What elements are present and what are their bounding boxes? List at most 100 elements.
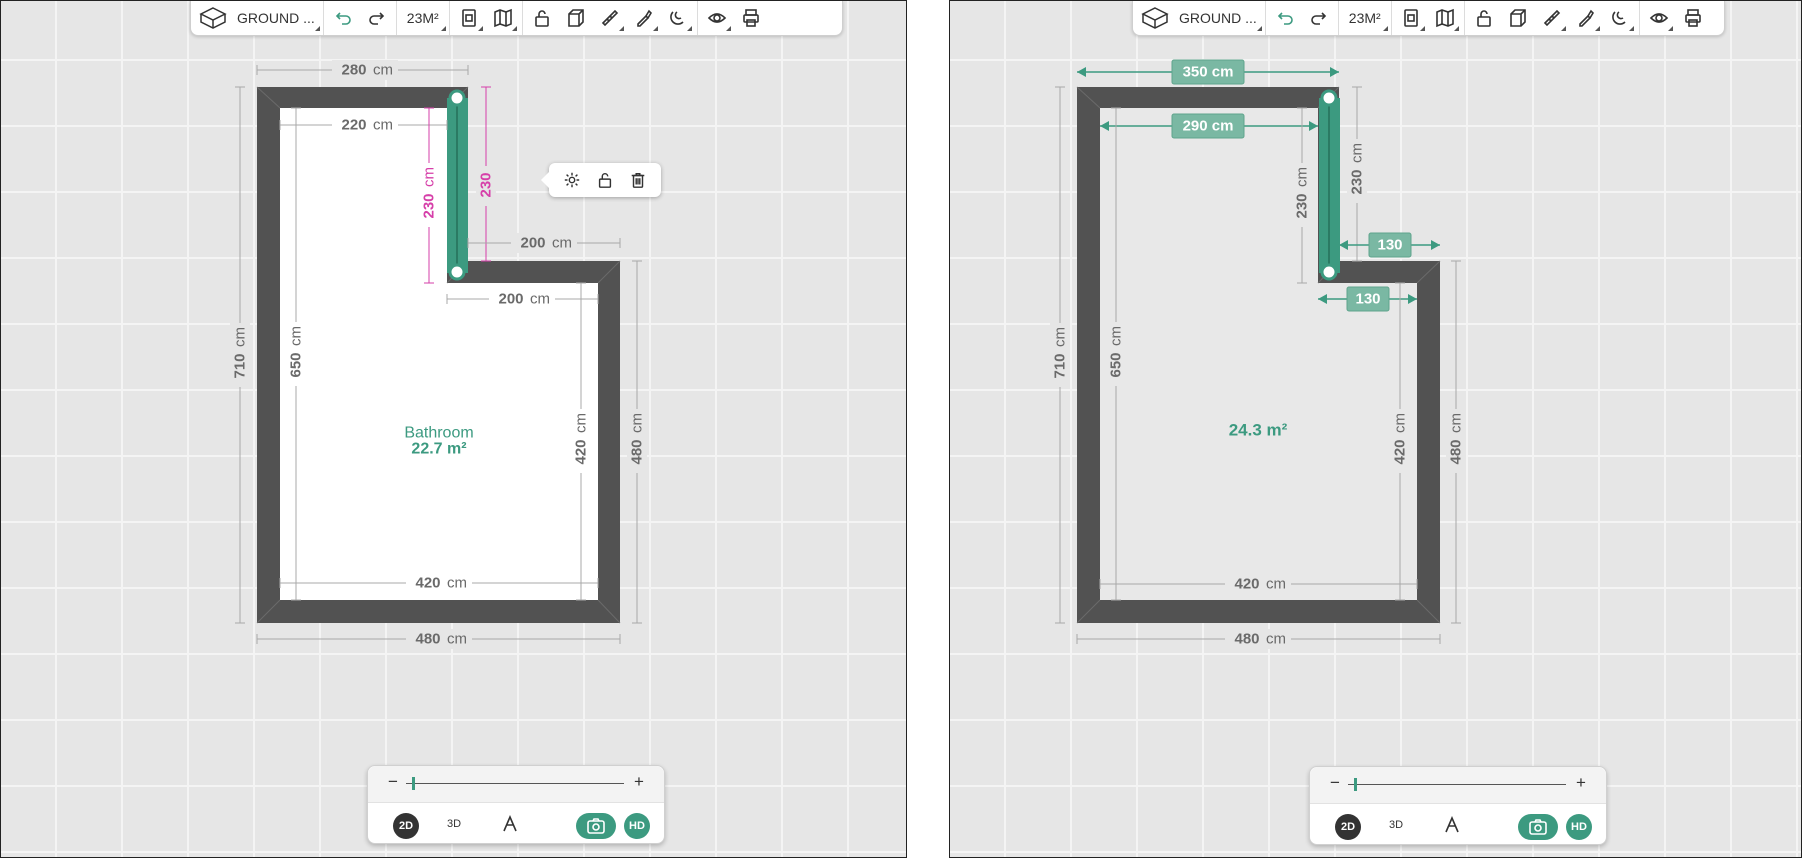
undo-button[interactable]	[1268, 1, 1302, 35]
undo-button[interactable]	[326, 1, 360, 35]
camera-icon	[587, 818, 605, 834]
view-2d-button[interactable]: 2D	[393, 813, 419, 839]
page-button[interactable]	[1394, 1, 1428, 35]
undo-icon	[335, 12, 351, 25]
unlock-icon	[598, 173, 612, 188]
dimension-unit: cm	[1448, 413, 1465, 433]
redo-icon	[368, 12, 384, 25]
redo-button[interactable]	[1302, 1, 1336, 35]
eye-icon	[707, 13, 726, 23]
paint-button[interactable]	[627, 1, 661, 35]
hd-render-button[interactable]: HD	[1566, 814, 1592, 840]
floor-cube-icon	[1141, 7, 1169, 29]
floor-plan-canvas-right[interactable]: 350 cm 290 cm 230 cm 230 cm 130 130 710 cm 650 cm 42…	[949, 0, 1802, 858]
wall-handle-bottom[interactable]	[1320, 263, 1338, 281]
floor-label: GROUND ...	[1179, 10, 1257, 26]
dimension-unit: cm	[1349, 143, 1366, 163]
area-button[interactable]: 23M²	[397, 1, 449, 35]
box-button[interactable]	[1501, 1, 1535, 35]
magnet-icon	[669, 11, 684, 25]
dimension-unit: cm	[1108, 326, 1125, 346]
dimension-value: 420	[1392, 439, 1409, 464]
eye-icon	[1649, 13, 1668, 23]
measure-arrow	[1077, 67, 1086, 77]
measure-arrow	[1339, 240, 1348, 250]
ruler-icon	[1543, 9, 1560, 27]
wall-settings-button[interactable]	[560, 168, 584, 192]
map-icon	[493, 8, 512, 28]
redo-icon	[1310, 12, 1326, 25]
lock-button[interactable]	[1467, 1, 1501, 35]
measure-tag-value: 130	[1377, 237, 1402, 254]
room-floor[interactable]	[1100, 108, 1417, 600]
zoom-in-button[interactable]: +	[1576, 774, 1586, 792]
unlock-icon	[534, 10, 549, 27]
measure-tag-value: 130	[1355, 291, 1380, 308]
snapshot-button[interactable]	[1518, 814, 1558, 840]
dimension-value: 650	[1108, 352, 1125, 377]
measure-icon	[1445, 815, 1459, 833]
trash-icon	[632, 172, 645, 188]
dimension-value: 710	[1052, 353, 1069, 378]
map-icon	[1435, 8, 1454, 28]
lock-button[interactable]	[525, 1, 559, 35]
ruler-button[interactable]	[593, 1, 627, 35]
top-toolbar: GROUND ... 23M²	[190, 1, 843, 36]
floor-plan-canvas-left[interactable]: 280 cm 220 cm 230 cm 230 200 cm 200 cm 710 cm 650 cm 42…	[0, 0, 907, 858]
dimension-unit: cm	[1266, 631, 1286, 648]
page-icon	[1403, 9, 1418, 27]
dimension-value: 480	[1234, 631, 1259, 648]
wall-lock-button[interactable]	[593, 168, 617, 192]
snapshot-button[interactable]	[576, 813, 616, 839]
area-button[interactable]: 23M²	[1339, 1, 1391, 35]
ruler-icon	[601, 9, 618, 27]
visibility-button[interactable]	[1642, 1, 1676, 35]
wall-delete-button[interactable]	[626, 168, 650, 192]
floor-selector[interactable]: GROUND ...	[1133, 1, 1265, 35]
zoom-slider-track[interactable]	[1348, 784, 1566, 785]
dropper-icon	[636, 9, 652, 27]
visibility-button[interactable]	[700, 1, 734, 35]
hd-render-button[interactable]: HD	[624, 813, 650, 839]
view-2d-button[interactable]: 2D	[1335, 814, 1361, 840]
box-icon	[1509, 9, 1526, 27]
view-3d-button[interactable]: 3D	[447, 818, 461, 830]
dimension-unit: cm	[1294, 167, 1311, 187]
measure-button[interactable]	[501, 814, 519, 838]
dimension-value: 420	[1234, 576, 1259, 593]
undo-icon	[1277, 12, 1293, 25]
floor-selector[interactable]: GROUND ...	[191, 1, 323, 35]
zoom-in-button[interactable]: +	[634, 773, 644, 791]
zoom-control: − +	[368, 766, 664, 803]
map-button[interactable]	[486, 1, 520, 35]
redo-button[interactable]	[360, 1, 394, 35]
wall-handle-top[interactable]	[1320, 89, 1338, 107]
dimension-unit: cm	[1266, 576, 1286, 593]
ruler-button[interactable]	[1535, 1, 1569, 35]
zoom-slider-thumb[interactable]	[1354, 778, 1357, 791]
zoom-out-button[interactable]: −	[388, 773, 398, 791]
print-button[interactable]	[734, 1, 768, 35]
measure-tag-value: 350 cm	[1183, 64, 1234, 81]
box-icon	[567, 9, 584, 27]
measure-arrow	[1330, 67, 1339, 77]
camera-icon	[1529, 819, 1547, 835]
zoom-slider-track[interactable]	[406, 783, 624, 784]
view-3d-button[interactable]: 3D	[1389, 819, 1403, 831]
magnet-button[interactable]	[661, 1, 695, 35]
printer-icon	[1684, 9, 1701, 27]
paint-button[interactable]	[1569, 1, 1603, 35]
magnet-button[interactable]	[1603, 1, 1637, 35]
zoom-out-button[interactable]: −	[1330, 774, 1340, 792]
box-button[interactable]	[559, 1, 593, 35]
plan-group: 350 cm 290 cm 230 cm 230 cm 130 130 710 cm 650 cm 42…	[1050, 59, 1466, 649]
print-button[interactable]	[1676, 1, 1710, 35]
room-area: 24.3 m²	[1229, 421, 1288, 440]
dropper-icon	[1578, 9, 1594, 27]
page-button[interactable]	[452, 1, 486, 35]
measure-button[interactable]	[1443, 815, 1461, 839]
measure-arrow	[1431, 240, 1440, 250]
map-button[interactable]	[1428, 1, 1462, 35]
page-icon	[461, 9, 476, 27]
zoom-slider-thumb[interactable]	[412, 777, 415, 790]
